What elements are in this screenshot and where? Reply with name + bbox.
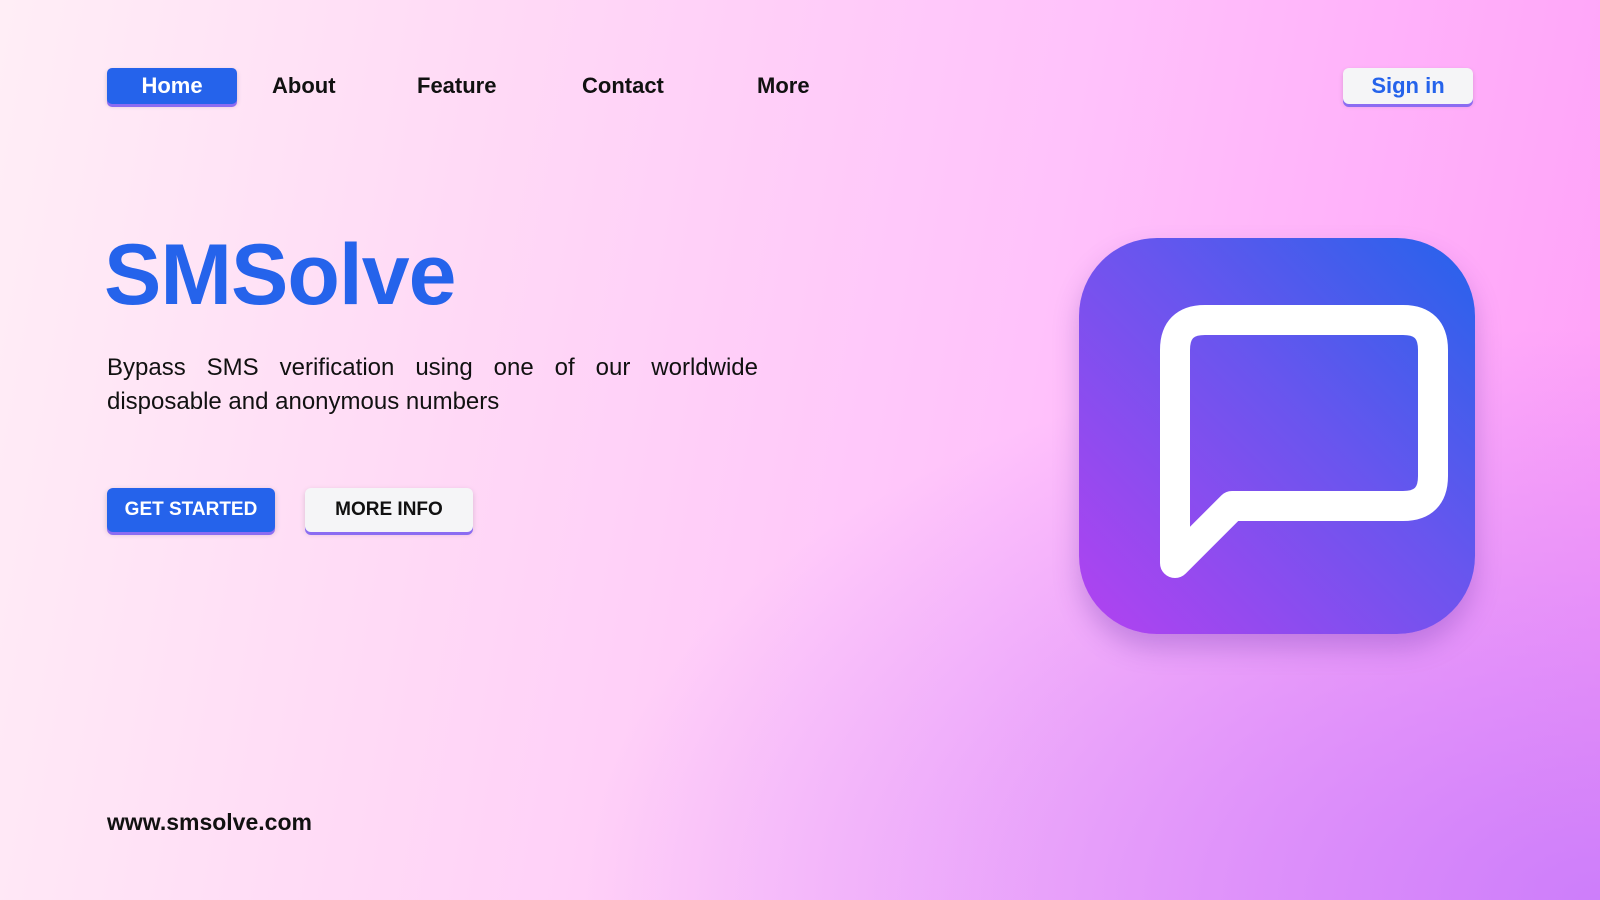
app-icon: [1079, 238, 1475, 634]
more-info-button[interactable]: MORE INFO: [305, 488, 473, 532]
nav-item-home[interactable]: Home: [107, 68, 237, 104]
nav-item-feature[interactable]: Feature: [417, 68, 496, 104]
nav-item-contact[interactable]: Contact: [582, 68, 664, 104]
nav-item-about[interactable]: About: [272, 68, 336, 104]
main-nav: Home About Feature Contact More: [107, 68, 827, 104]
get-started-button[interactable]: GET STARTED: [107, 488, 275, 532]
footer-url[interactable]: www.smsolve.com: [107, 809, 312, 836]
hero-subtitle: Bypass SMS verification using one of our…: [107, 354, 758, 415]
sign-in-button[interactable]: Sign in: [1343, 68, 1473, 104]
nav-item-more[interactable]: More: [757, 68, 810, 104]
hero-title: SMSolve: [104, 227, 456, 323]
chat-bubble-icon: [1160, 305, 1448, 578]
